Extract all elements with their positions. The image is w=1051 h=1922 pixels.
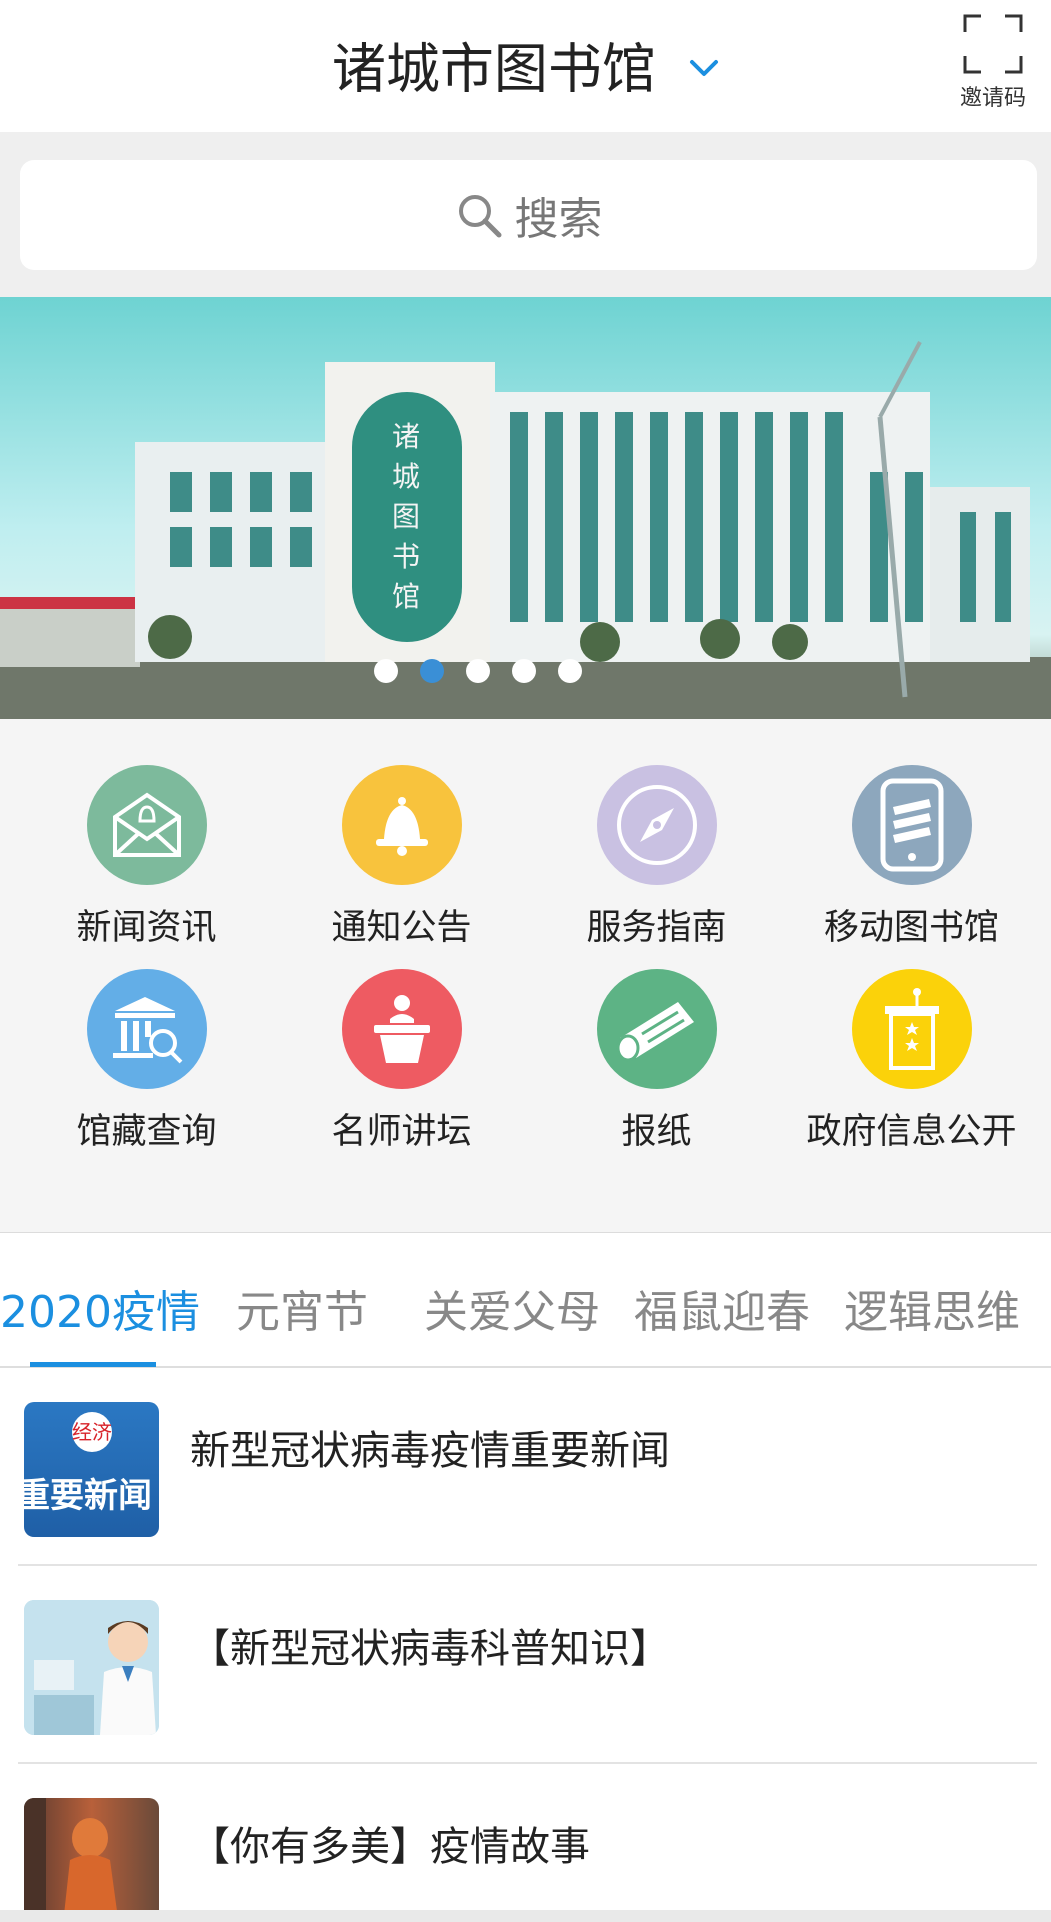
scan-icon [963, 14, 1023, 74]
compass-icon [596, 765, 717, 885]
thumbnail-logo-text: 经济 [72, 1412, 112, 1452]
lecturer-podium-icon [341, 969, 462, 1089]
search-icon [458, 195, 501, 238]
bell-icon [341, 765, 462, 885]
newspaper-icon [596, 969, 717, 1089]
library-search-icon [86, 969, 207, 1089]
search-bar-container: 搜索 [0, 132, 1051, 297]
menu-item-newspaper[interactable]: 报纸 [529, 969, 784, 1154]
article-title: 【新型冠状病毒科普知识】 [190, 1626, 670, 1672]
envelope-bell-icon [86, 765, 207, 885]
banner-building-text: 诸城图书馆 [392, 420, 421, 613]
carousel-dot[interactable] [465, 659, 490, 683]
menu-item-catalog-search[interactable]: 馆藏查询 [19, 969, 274, 1154]
menu-label: 报纸 [621, 1112, 692, 1152]
article-title: 新型冠状病毒疫情重要新闻 [190, 1428, 670, 1474]
carousel-dot[interactable] [373, 659, 398, 683]
app-header: 诸城市图书馆 邀请码 [0, 0, 1051, 132]
active-tab-indicator [30, 1362, 156, 1367]
library-building-image [0, 341, 1051, 719]
menu-label: 服务指南 [586, 908, 727, 948]
tab-care-for-parents[interactable]: 关爱父母 [424, 1276, 600, 1340]
carousel-dot[interactable] [511, 659, 536, 683]
menu-label: 名师讲坛 [331, 1112, 472, 1152]
search-input[interactable]: 搜索 [20, 160, 1037, 270]
protective-suit-photo [24, 1798, 119, 1922]
invite-code-label: 邀请码 [959, 86, 1026, 111]
list-item[interactable]: 经济 重要新闻 新型冠状病毒疫情重要新闻 [18, 1368, 1037, 1566]
article-thumbnail [24, 1798, 159, 1922]
menu-item-news[interactable]: 新闻资讯 [19, 765, 274, 950]
menu-label: 政府信息公开 [806, 1112, 1017, 1152]
page-title: 诸城市图书馆 [331, 37, 656, 101]
menu-label: 新闻资讯 [76, 908, 217, 948]
menu-item-service-guide[interactable]: 服务指南 [529, 765, 784, 950]
carousel-dot-active[interactable] [419, 659, 444, 683]
tab-lantern-festival[interactable]: 元宵节 [236, 1276, 368, 1340]
tab-2020-epidemic[interactable]: 2020疫情 [0, 1276, 200, 1340]
search-placeholder: 搜索 [514, 194, 603, 245]
article-thumbnail: 经济 重要新闻 [24, 1402, 159, 1537]
doctor-illustration [24, 1600, 159, 1735]
banner-carousel[interactable]: 诸城图书馆 [0, 297, 1051, 719]
menu-item-notices[interactable]: 通知公告 [274, 765, 529, 950]
category-tabs: 2020疫情 元宵节 关爱父母 福鼠迎春 逻辑思维 [0, 1234, 1051, 1368]
list-item[interactable]: 【新型冠状病毒科普知识】 [18, 1566, 1037, 1764]
carousel-dot[interactable] [557, 659, 582, 683]
invite-code-button[interactable]: 邀请码 [955, 14, 1031, 112]
carousel-pagination [0, 659, 1003, 683]
chevron-down-icon [690, 60, 719, 77]
menu-item-mobile-library[interactable]: 移动图书馆 [784, 765, 1039, 950]
thumbnail-text: 重要新闻 [24, 1476, 152, 1516]
government-podium-icon [851, 969, 972, 1089]
feature-menu-grid: 新闻资讯 通知公告 服务指南 移动图书馆 馆藏查询 名师讲坛 报纸 政府信息公开 [0, 719, 1051, 1233]
list-item[interactable]: 【你有多美】疫情故事 [18, 1764, 1037, 1922]
article-title: 【你有多美】疫情故事 [190, 1824, 590, 1870]
menu-item-lecture[interactable]: 名师讲坛 [274, 969, 529, 1154]
menu-label: 通知公告 [331, 908, 472, 948]
menu-label: 馆藏查询 [76, 1112, 217, 1152]
mobile-books-icon [851, 765, 972, 885]
tab-year-of-rat[interactable]: 福鼠迎春 [634, 1276, 810, 1340]
menu-item-government-info[interactable]: 政府信息公开 [784, 969, 1039, 1154]
tab-logical-thinking[interactable]: 逻辑思维 [844, 1276, 1020, 1340]
library-selector[interactable]: 诸城市图书馆 [0, 30, 1051, 105]
article-thumbnail [24, 1600, 159, 1735]
bottom-edge [0, 1910, 1051, 1922]
article-list: 经济 重要新闻 新型冠状病毒疫情重要新闻 【新型冠状病毒科普知识】 【你有多美】… [0, 1368, 1051, 1922]
menu-label: 移动图书馆 [823, 908, 999, 948]
